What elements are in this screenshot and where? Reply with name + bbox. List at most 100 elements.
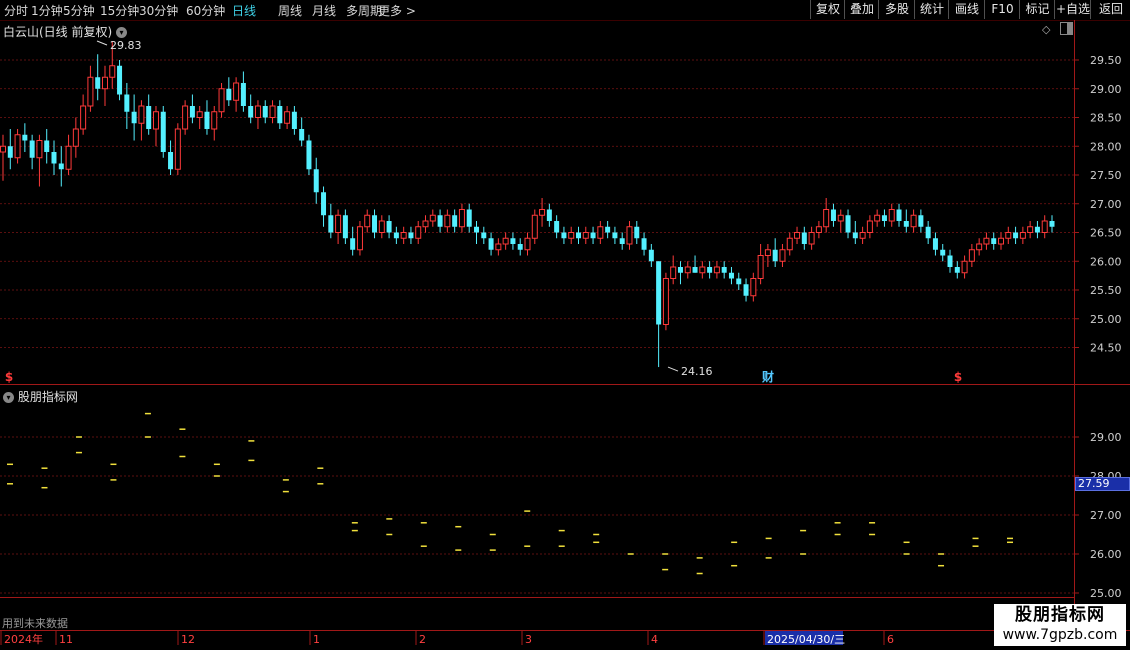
candle-body <box>117 65 123 95</box>
main-tick-label-5: 27.00 <box>1090 198 1122 211</box>
candle-77 <box>561 226 567 244</box>
candle-body <box>22 134 28 141</box>
current-value-tag: 27.59 <box>1075 477 1130 491</box>
candle-body <box>662 278 669 325</box>
candle-47 <box>342 209 348 244</box>
candle-body <box>524 237 531 251</box>
candle-14 <box>101 65 108 106</box>
candle-10 <box>72 117 79 158</box>
candle-body <box>925 226 931 239</box>
candle-65 <box>474 221 480 244</box>
candle-56 <box>408 226 414 244</box>
candle-body <box>364 214 371 228</box>
candle-body <box>1019 232 1026 239</box>
candle-139 <box>1013 226 1019 244</box>
candle-98 <box>713 261 720 279</box>
min-price-label: 24.16 <box>681 365 713 378</box>
candle-body <box>743 284 749 296</box>
candle-2 <box>14 129 21 164</box>
candle-144 <box>1049 215 1055 233</box>
main-grid <box>0 59 1074 348</box>
candle-9 <box>65 134 72 175</box>
candle-body <box>874 214 881 222</box>
candle-body <box>590 232 596 239</box>
main-tick-label-2: 28.50 <box>1090 112 1122 125</box>
candle-5 <box>36 134 43 187</box>
time-axis: 2024年 11 12 1 2 3 4 2025/04/30/三 6 <box>0 630 894 646</box>
candle-128 <box>932 232 938 256</box>
candle-body <box>918 215 924 227</box>
candle-48 <box>350 226 356 256</box>
candle-28 <box>204 100 210 135</box>
candle-22 <box>160 106 166 158</box>
candle-body <box>670 266 677 279</box>
candle-103 <box>750 272 757 302</box>
candle-body <box>386 221 392 233</box>
max-price-label: 29.83 <box>110 39 142 52</box>
candle-130 <box>947 249 953 273</box>
candle-17 <box>124 83 130 129</box>
candle-140 <box>1019 226 1026 244</box>
candle-body <box>1005 232 1012 239</box>
candle-body <box>0 145 6 153</box>
watermark-line2: www.7gpzb.com <box>1002 627 1118 643</box>
candle-93 <box>677 261 683 285</box>
candle-11 <box>80 94 87 135</box>
candle-90 <box>656 261 662 368</box>
candle-135 <box>983 232 990 250</box>
chart-canvas[interactable]: 29.50 29.00 28.50 28.00 27.50 27.00 26.50 26.00… <box>0 0 1130 650</box>
candle-111 <box>808 226 815 250</box>
time-label-7: 2025/04/30/三 <box>767 633 845 646</box>
candle-6 <box>44 129 50 164</box>
candle-body <box>51 152 57 164</box>
candle-body <box>393 232 399 239</box>
candle-32 <box>233 77 240 112</box>
candle-131 <box>954 261 960 279</box>
candle-body <box>502 237 509 245</box>
candle-114 <box>830 203 836 227</box>
candle-body <box>750 278 757 297</box>
candle-36 <box>262 100 268 124</box>
candle-60 <box>437 209 443 233</box>
candle-118 <box>859 226 866 244</box>
annotations: 29.83 24.16 $ 财 $ <box>5 39 962 384</box>
candle-34 <box>248 94 254 124</box>
candle-body <box>58 163 64 170</box>
candle-76 <box>554 215 560 239</box>
candle-body <box>226 88 232 101</box>
main-tick-label-6: 26.50 <box>1090 227 1122 240</box>
candle-4 <box>29 134 35 170</box>
candle-body <box>211 111 218 130</box>
candle-35 <box>254 100 261 129</box>
candle-126 <box>918 209 924 233</box>
candle-52 <box>378 215 385 239</box>
candle-body <box>903 221 909 227</box>
candle-body <box>932 238 938 250</box>
candle-127 <box>925 221 931 244</box>
candle-body <box>728 272 734 279</box>
candle-body <box>240 83 246 106</box>
candle-body <box>400 232 407 239</box>
candle-body <box>168 152 174 170</box>
candle-85 <box>619 232 625 250</box>
time-label-1: 11 <box>59 633 73 646</box>
candle-83 <box>605 221 611 239</box>
time-label-8: 6 <box>887 633 894 646</box>
candle-82 <box>597 221 604 244</box>
candle-132 <box>961 255 968 279</box>
main-tick-label-10: 24.50 <box>1090 342 1122 355</box>
candle-body <box>757 255 764 279</box>
sub-tick-label-3: 26.00 <box>1090 548 1122 561</box>
candle-113 <box>823 198 830 233</box>
candle-33 <box>240 71 246 112</box>
candle-body <box>786 237 793 251</box>
candle-body <box>575 232 581 239</box>
candle-84 <box>612 226 618 244</box>
candle-66 <box>481 226 487 244</box>
candle-42 <box>306 134 312 175</box>
candle-body <box>44 140 50 152</box>
candle-body <box>539 209 546 216</box>
candle-body <box>1034 226 1040 233</box>
candle-19 <box>138 100 145 141</box>
candle-81 <box>590 226 596 244</box>
